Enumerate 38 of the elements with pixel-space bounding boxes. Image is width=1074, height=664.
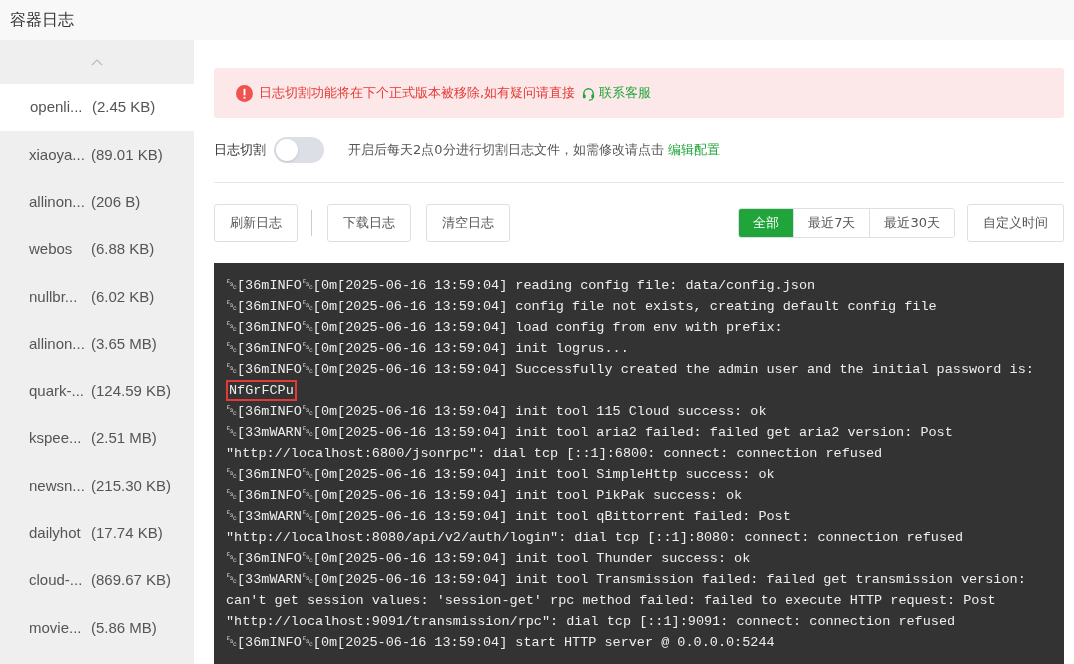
container-log-item[interactable]: quark-... (124.59 KB) (0, 367, 194, 416)
container-log-item[interactable]: xiaoya... (89.01 KB) (0, 131, 194, 179)
log-entry: ␛[36mINFO␛[0m[2025-06-16 13:59:04] load config from env with prefix: (226, 319, 784, 337)
log-entry: ␛[36mINFO␛[0m[2025-06-16 13:59:04] init logrus... (226, 340, 630, 358)
log-entry: ␛[36mINFO␛[0m[2025-06-16 13:59:04] init tool PikPak success: ok (226, 487, 744, 505)
container-log-item[interactable]: dailyhot (17.74 KB) (0, 509, 194, 557)
log-entry: ␛[36mINFO␛[0m[2025-06-16 13:59:04] reading config file: data/config.json (226, 277, 817, 295)
container-log-item[interactable]: cloud-... (869.67 KB) (0, 556, 194, 605)
log-entry: ␛[36mINFO␛[0m[2025-06-16 13:59:04] init tool SimpleHttp success: ok (226, 466, 776, 484)
rotation-label: 日志切割 (214, 141, 266, 160)
panel-title: 容器日志 (10, 9, 74, 31)
log-entry: ␛[33mWARN␛[0m[2025-06-16 13:59:04] init tool qBittorrent failed: Post "http://localhost:8080/api/v2/auth/login": dial tcp [::1]:8080: connect: connection refused (226, 508, 965, 547)
time-filter-tab[interactable]: 最近30天 (869, 209, 954, 237)
log-entry: ␛[33mWARN␛[0m[2025-06-16 13:59:04] init tool Transmission failed: failed get transmission version: can't get session values: 'session-get' rpc method failed: failed to execute HTTP request: Post "http://localhost:9091/transmission/rpc": dial tcp [::1]:9091: connect: connection refused (226, 571, 1027, 631)
container-log-item[interactable]: newsn... (215.30 KB) (0, 462, 194, 510)
container-log-item[interactable]: allinon... (3.65 MB) (0, 320, 194, 368)
warning-icon (236, 84, 253, 102)
log-action-button[interactable]: 刷新日志 (214, 204, 298, 242)
log-action-button[interactable]: 下载日志 (327, 204, 411, 242)
log-entry: ␛[36mINFO␛[0m[2025-06-16 13:59:04] start HTTP server @ 0.0.0.0:5244 (226, 634, 776, 652)
log-entry: ␛[36mINFO␛[0m[2025-06-16 13:59:04] init tool 115 Cloud success: ok (226, 403, 768, 421)
log-entry: ␛[36mINFO␛[0m[2025-06-16 13:59:04] Successfully created the admin user and the initial password is: NfGrFCPu (226, 359, 1052, 401)
custom-time-button[interactable]: 自定义时间 (967, 204, 1064, 242)
container-log-item[interactable]: openli... (2.45 KB) (0, 84, 194, 132)
container-log-item[interactable]: webos (6.88 KB) (0, 225, 194, 274)
container-log-item[interactable]: allinon... (206 B) (0, 178, 194, 226)
container-log-item[interactable]: nullbr... (6.02 KB) (0, 273, 194, 321)
alert-message: 日志切割功能将在下个正式版本被移除,如有疑问请直接 (259, 84, 576, 103)
log-entry: ␛[33mWARN␛[0m[2025-06-16 13:59:04] init tool aria2 failed: failed get aria2 version: Post "http://localhost:6800/jsonrpc": dial tcp [::1]:6800: connect: connection refused (226, 424, 954, 463)
rotation-description: 开启后每天2点0分进行切割日志文件，如需修改请点击 (348, 141, 664, 160)
rotation-toggle[interactable] (274, 137, 324, 163)
log-entry: ␛[36mINFO␛[0m[2025-06-16 13:59:04] init tool Thunder success: ok (226, 550, 752, 568)
log-entry: ␛[36mINFO␛[0m[2025-06-16 13:59:04] config file not exists, creating default config file (226, 298, 938, 316)
log-action-button[interactable]: 清空日志 (426, 204, 510, 242)
container-log-item[interactable]: kspee... (2.51 MB) (0, 415, 194, 463)
scroll-up-icon[interactable] (91, 58, 103, 66)
container-log-item[interactable]: movie... (5.86 MB) (0, 604, 194, 652)
headset-icon (581, 85, 597, 101)
